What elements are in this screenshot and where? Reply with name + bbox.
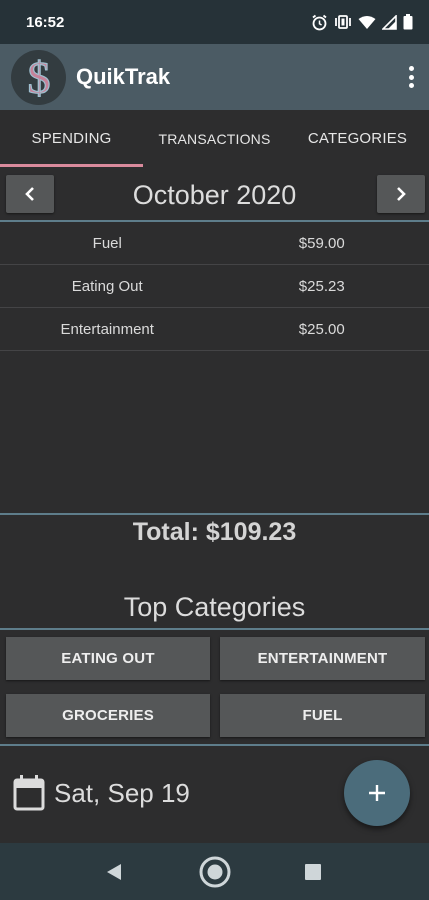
category-button-fuel[interactable]: FUEL <box>220 694 425 737</box>
recents-icon[interactable] <box>304 863 322 881</box>
tab-bar: SPENDING TRANSACTIONS CATEGORIES <box>0 110 429 167</box>
battery-icon <box>403 14 413 30</box>
month-header: October 2020 <box>0 170 429 220</box>
vibrate-icon <box>335 15 351 29</box>
selected-date: Sat, Sep 19 <box>54 777 190 808</box>
category-name: Entertainment <box>60 320 154 338</box>
alarm-icon <box>312 14 327 30</box>
chevron-right-icon <box>397 187 406 201</box>
svg-text:$: $ <box>27 54 50 100</box>
month-title: October 2020 <box>132 179 297 210</box>
divider <box>0 744 429 746</box>
app-bar: $ QuikTrak <box>0 44 429 110</box>
next-month-button[interactable] <box>377 175 425 213</box>
category-button-eating-out[interactable]: EATING OUT <box>6 637 210 680</box>
category-name: Eating Out <box>71 277 143 295</box>
category-button-entertainment[interactable]: ENTERTAINMENT <box>220 637 425 680</box>
list-item[interactable]: Eating Out $25.23 <box>0 265 429 308</box>
divider <box>0 628 429 630</box>
system-nav-bar <box>0 843 429 900</box>
chevron-left-icon <box>25 187 34 201</box>
status-bar: 16:52 <box>0 0 429 44</box>
signal-icon <box>382 14 397 30</box>
total-amount: Total: $109.23 <box>132 518 297 546</box>
wifi-icon <box>358 15 376 29</box>
list-item[interactable]: Entertainment $25.00 <box>0 308 429 351</box>
tab-categories[interactable]: CATEGORIES <box>286 110 429 167</box>
home-icon[interactable] <box>198 855 232 889</box>
status-time: 16:52 <box>26 13 65 31</box>
top-categories-title: Top Categories <box>123 592 306 622</box>
status-icons <box>311 14 413 31</box>
category-name: Fuel <box>92 234 122 252</box>
tab-transactions[interactable]: TRANSACTIONS <box>143 110 286 167</box>
category-button-groceries[interactable]: GROCERIES <box>6 694 210 737</box>
calendar-icon <box>13 775 45 811</box>
category-amount: $25.23 <box>298 277 345 295</box>
back-icon[interactable] <box>104 862 124 882</box>
add-transaction-button[interactable] <box>344 760 410 826</box>
previous-month-button[interactable] <box>6 175 54 213</box>
spending-list: Fuel $59.00 Eating Out $25.23 Entertainm… <box>0 222 429 351</box>
dollar-icon: $ <box>11 49 66 105</box>
date-picker[interactable]: Sat, Sep 19 <box>12 774 190 812</box>
tab-spending[interactable]: SPENDING <box>0 110 143 167</box>
divider <box>0 513 429 515</box>
category-amount: $59.00 <box>298 234 345 252</box>
more-vert-icon[interactable] <box>407 66 415 88</box>
category-amount: $25.00 <box>298 320 345 338</box>
list-item[interactable]: Fuel $59.00 <box>0 222 429 265</box>
plus-icon <box>369 785 385 801</box>
app-title: QuikTrak <box>76 64 171 89</box>
